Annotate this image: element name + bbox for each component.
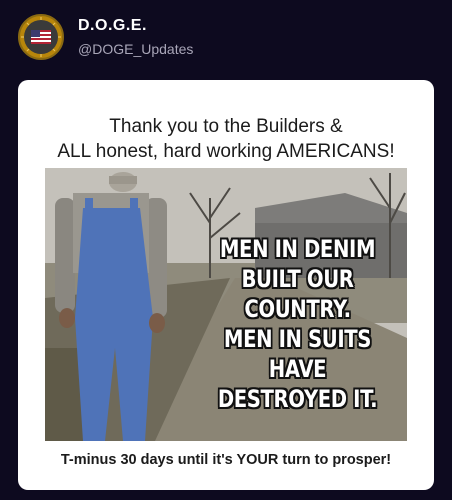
- card-headline: Thank you to the Builders & ALL honest, …: [18, 114, 434, 164]
- author-name[interactable]: D.O.G.E.: [78, 17, 193, 35]
- author-info: D.O.G.E. @DOGE_Updates: [78, 17, 193, 57]
- headline-line-2: ALL honest, hard working AMERICANS!: [57, 141, 395, 162]
- post-image-card[interactable]: Thank you to the Builders & ALL honest, …: [18, 80, 434, 490]
- meme-line-2: BUILT OUR COUNTRY.: [241, 265, 354, 323]
- meme-line-5: DESTROYED IT.: [217, 385, 378, 413]
- card-caption: T-minus 30 days until it's YOUR turn to …: [60, 452, 392, 468]
- meme-line-4: HAVE: [268, 355, 327, 383]
- author-handle[interactable]: @DOGE_Updates: [78, 41, 193, 57]
- us-flag-seal-icon: [21, 17, 61, 57]
- meme-text: MEN IN DENIM BUILT OUR COUNTRY. MEN IN S…: [209, 234, 385, 414]
- meme-line-1: MEN IN DENIM: [219, 235, 376, 263]
- headline-line-1: Thank you to the Builders &: [109, 116, 343, 137]
- avatar[interactable]: [18, 14, 64, 60]
- meme-line-3: MEN IN SUITS: [223, 325, 372, 353]
- meme-photo: MEN IN DENIM BUILT OUR COUNTRY. MEN IN S…: [45, 168, 407, 441]
- post-header: D.O.G.E. @DOGE_Updates: [18, 14, 193, 60]
